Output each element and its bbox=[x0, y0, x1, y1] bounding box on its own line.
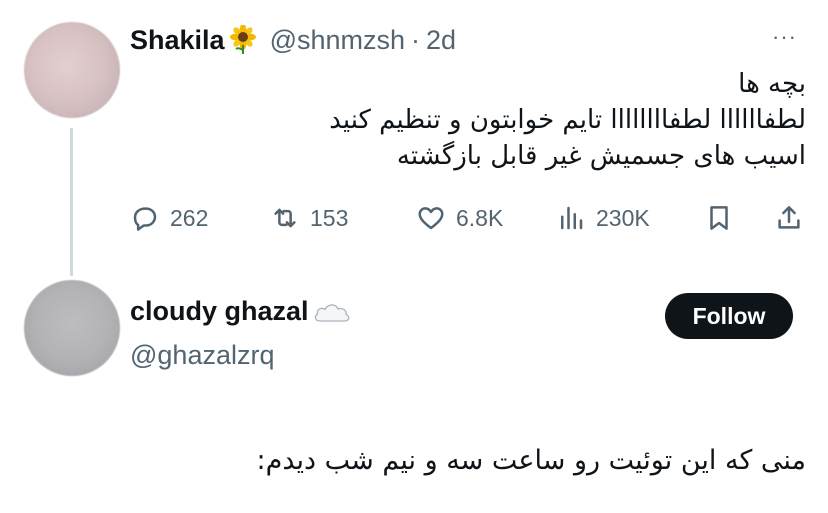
reply-icon bbox=[133, 207, 157, 231]
views-button[interactable]: 230K bbox=[556, 200, 650, 236]
reply-button[interactable]: 262 bbox=[130, 200, 208, 236]
tweet-time[interactable]: 2d bbox=[426, 25, 456, 56]
follow-button[interactable]: Follow bbox=[665, 293, 793, 339]
repost-icon bbox=[274, 208, 296, 228]
repost-button[interactable]: 153 bbox=[270, 200, 348, 236]
avatar-shakila[interactable] bbox=[24, 22, 120, 118]
tweet2-body: منی که این توئیت رو ساعت سه و نیم شب دید… bbox=[256, 445, 806, 476]
thread-connector-line bbox=[70, 128, 73, 276]
avatar-cloudy-ghazal[interactable] bbox=[24, 280, 120, 376]
bookmark-button[interactable] bbox=[704, 200, 734, 236]
author-handle[interactable]: @shnmzsh bbox=[270, 25, 405, 56]
share-button[interactable] bbox=[774, 200, 804, 236]
share-icon bbox=[778, 206, 800, 229]
heart-icon bbox=[418, 207, 444, 230]
separator-dot: · bbox=[411, 24, 421, 55]
tweet-line: لطفاااااا لطفاااااااا تایم خوابتون و تنظ… bbox=[329, 105, 806, 135]
tweet1-header: Shakila @shnmzsh · 2d bbox=[130, 22, 456, 58]
like-count: 6.8K bbox=[456, 204, 504, 231]
tweet2-header: cloudy ghazal bbox=[130, 296, 364, 327]
tweet1-body: بچه ها لطفاااااا لطفاااااااا تایم خوابتو… bbox=[126, 66, 806, 174]
views-count: 230K bbox=[596, 204, 650, 231]
repost-count: 153 bbox=[310, 204, 349, 231]
author-name[interactable]: Shakila bbox=[130, 25, 225, 56]
author-handle[interactable]: @ghazalzrq bbox=[130, 340, 274, 371]
reply-count: 262 bbox=[170, 204, 209, 231]
author-name[interactable]: cloudy ghazal bbox=[130, 296, 309, 327]
tweet1-action-bar: 262 153 6.8K 230K bbox=[130, 200, 810, 236]
cloud-icon bbox=[312, 297, 352, 327]
tweet-line: بچه ها bbox=[738, 69, 806, 99]
more-options-icon[interactable]: ··· bbox=[772, 26, 797, 48]
like-button[interactable]: 6.8K bbox=[416, 200, 503, 236]
tweet-line: اسیب های جسمیش غیر قابل بازگشته bbox=[396, 141, 806, 171]
views-chart-icon bbox=[561, 206, 583, 230]
bookmark-icon bbox=[710, 206, 728, 230]
sunflower-icon bbox=[228, 25, 258, 55]
